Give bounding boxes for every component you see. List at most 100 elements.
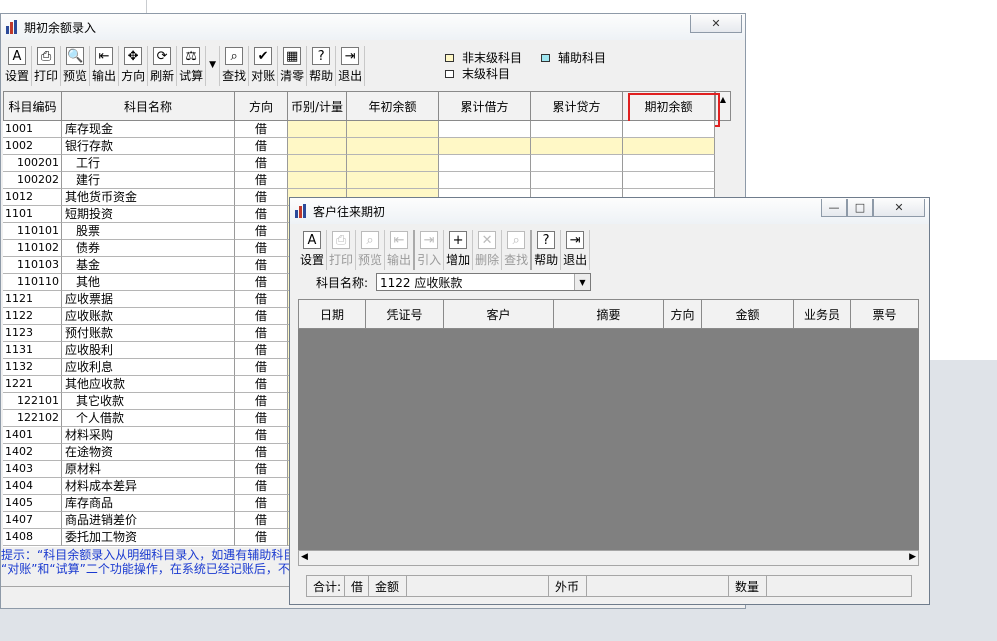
column-header[interactable]: 摘要 — [554, 299, 664, 329]
cell-amount[interactable] — [288, 172, 347, 189]
table-row[interactable]: 100201 工行借 — [3, 155, 715, 172]
cell-direction: 借 — [235, 376, 288, 393]
toolbar-button-preview[interactable]: 🔍 预览 — [61, 46, 91, 86]
toolbar-button-export[interactable]: ⇤ 输出 — [90, 46, 120, 86]
legend-item: 辅助科目 — [541, 49, 606, 66]
toolbar-button-find[interactable]: ⌕ 查找 — [220, 46, 250, 86]
toolbar-label: 预览 — [358, 253, 383, 267]
column-header[interactable]: 年初余额 — [347, 91, 439, 121]
column-header[interactable]: 票号 — [851, 299, 919, 329]
print-icon: ⎙ — [37, 47, 56, 65]
cell-amount[interactable] — [531, 121, 623, 138]
toolbar-button-direction[interactable]: ✥ 方向 — [119, 46, 149, 86]
cell-code: 110102 — [3, 240, 62, 257]
dialog-button-import[interactable]: ⇥ 引入 — [415, 230, 445, 270]
cell-amount[interactable] — [347, 172, 439, 189]
cell-amount[interactable] — [623, 172, 715, 189]
toolbar-button-balance-scale[interactable]: ⚖ 试算 — [177, 46, 207, 86]
toolbar-button-reconcile[interactable]: ✔ 对账 — [249, 46, 279, 86]
chevron-down-icon[interactable]: ▼ — [574, 274, 590, 290]
table-row[interactable]: 1002 银行存款借 — [3, 138, 715, 155]
cell-code: 1131 — [3, 342, 62, 359]
cell-amount[interactable] — [288, 155, 347, 172]
dialog-button-add[interactable]: + 增加 — [444, 230, 474, 270]
hint-line-1: 提示：“科目余额录入从明细科目录入，如遇有辅助科目 — [1, 548, 291, 562]
dialog-button-settings[interactable]: A 设置 — [298, 230, 328, 270]
column-header[interactable]: 凭证号 — [366, 299, 444, 329]
column-header[interactable]: 方向 — [664, 299, 702, 329]
dialog-button-help[interactable]: ? 帮助 — [532, 230, 562, 270]
cell-amount[interactable] — [347, 138, 439, 155]
column-header[interactable]: 客户 — [444, 299, 554, 329]
dialog-button-export[interactable]: ⇤ 输出 — [385, 230, 416, 270]
cell-name: 股票 — [62, 223, 235, 240]
column-header[interactable]: 日期 — [298, 299, 366, 329]
preview-icon: ⌕ — [361, 231, 380, 249]
column-header[interactable]: 累计借方 — [439, 91, 531, 121]
cell-amount[interactable] — [347, 121, 439, 138]
column-header[interactable]: 方向 — [235, 91, 288, 121]
dialog-button-exit[interactable]: ⇥ 退出 — [561, 230, 591, 270]
cell-amount[interactable] — [531, 138, 623, 155]
toolbar-label: 试算 — [179, 69, 204, 83]
cell-amount[interactable] — [347, 155, 439, 172]
toolbar-label: 清零 — [280, 69, 305, 83]
cell-amount[interactable] — [288, 121, 347, 138]
column-header[interactable]: 累计贷方 — [531, 91, 623, 121]
toolbar-button-settings[interactable]: A 设置 — [3, 46, 33, 86]
cell-direction: 借 — [235, 274, 288, 291]
exit-icon: ⇥ — [566, 231, 585, 249]
cell-code: 1404 — [3, 478, 62, 495]
customer-ar-opening-dialog: 客户往来期初 — □ ✕ A 设置 ⎙ 打印 ⌕ 预览 ⇤ 输出 ⇥ 引入 + 增加 ✕ 删除 ⌕ 查找? 帮助… — [289, 197, 930, 605]
cell-amount[interactable] — [288, 138, 347, 155]
toolbar-button-print[interactable]: ⎙ 打印 — [32, 46, 62, 86]
cell-amount[interactable] — [439, 138, 531, 155]
horizontal-scrollbar[interactable]: ◀ ▶ — [298, 550, 919, 566]
cell-code: 1122 — [3, 308, 62, 325]
scroll-left-icon[interactable]: ◀ — [301, 552, 308, 562]
toolbar-label: 打印 — [329, 253, 354, 267]
balance-grid-header: 科目编码 科目名称 方向 币别/计量 年初余额 累计借方 累计贷方 期初余额 — [3, 91, 715, 121]
totals-cell — [406, 575, 548, 597]
add-icon: + — [449, 231, 468, 249]
trial-dropdown-button[interactable]: ▼ — [206, 46, 221, 86]
dialog-title: 客户往来期初 — [313, 204, 386, 219]
cell-amount[interactable] — [439, 121, 531, 138]
toolbar-label: 输出 — [92, 69, 117, 83]
cell-amount[interactable] — [531, 172, 623, 189]
toolbar-button-clear[interactable]: ▦ 清零 — [278, 46, 308, 86]
cell-code: 1101 — [3, 206, 62, 223]
column-header[interactable]: 科目编码 — [3, 91, 62, 121]
table-row[interactable]: 1001 库存现金借 — [3, 121, 715, 138]
table-row[interactable]: 100202 建行借 — [3, 172, 715, 189]
subject-select[interactable]: 1122 应收账款 ▼ — [376, 273, 591, 291]
toolbar-button-refresh[interactable]: ⟳ 刷新 — [148, 46, 178, 86]
dialog-button-preview[interactable]: ⌕ 预览 — [356, 230, 386, 270]
column-header[interactable]: 科目名称 — [62, 91, 235, 121]
cell-amount[interactable] — [623, 155, 715, 172]
cell-code: 1402 — [3, 444, 62, 461]
column-header[interactable]: 币别/计量 — [288, 91, 347, 121]
column-header[interactable]: 金额 — [702, 299, 794, 329]
dialog-button-find[interactable]: ⌕ 查找 — [502, 230, 533, 270]
totals-cell: 借 — [344, 575, 368, 597]
dialog-close-button[interactable]: ✕ — [873, 199, 925, 217]
column-header[interactable]: 业务员 — [794, 299, 851, 329]
dialog-maximize-button[interactable]: □ — [847, 199, 873, 217]
toolbar-button-help[interactable]: ? 帮助 — [307, 46, 337, 86]
cell-amount[interactable] — [623, 138, 715, 155]
cell-direction: 借 — [235, 138, 288, 155]
toolbar-button-exit[interactable]: ⇥ 退出 — [336, 46, 366, 86]
cell-amount[interactable] — [623, 121, 715, 138]
dialog-button-delete[interactable]: ✕ 删除 — [473, 230, 503, 270]
cell-amount[interactable] — [439, 172, 531, 189]
delete-icon: ✕ — [478, 231, 497, 249]
dialog-minimize-button[interactable]: — — [821, 199, 847, 217]
main-close-button[interactable]: ✕ — [690, 15, 742, 33]
cell-amount[interactable] — [439, 155, 531, 172]
cell-direction: 借 — [235, 257, 288, 274]
totals-cell — [766, 575, 912, 597]
cell-amount[interactable] — [531, 155, 623, 172]
dialog-button-print[interactable]: ⎙ 打印 — [327, 230, 357, 270]
scroll-right-icon[interactable]: ▶ — [909, 552, 916, 562]
